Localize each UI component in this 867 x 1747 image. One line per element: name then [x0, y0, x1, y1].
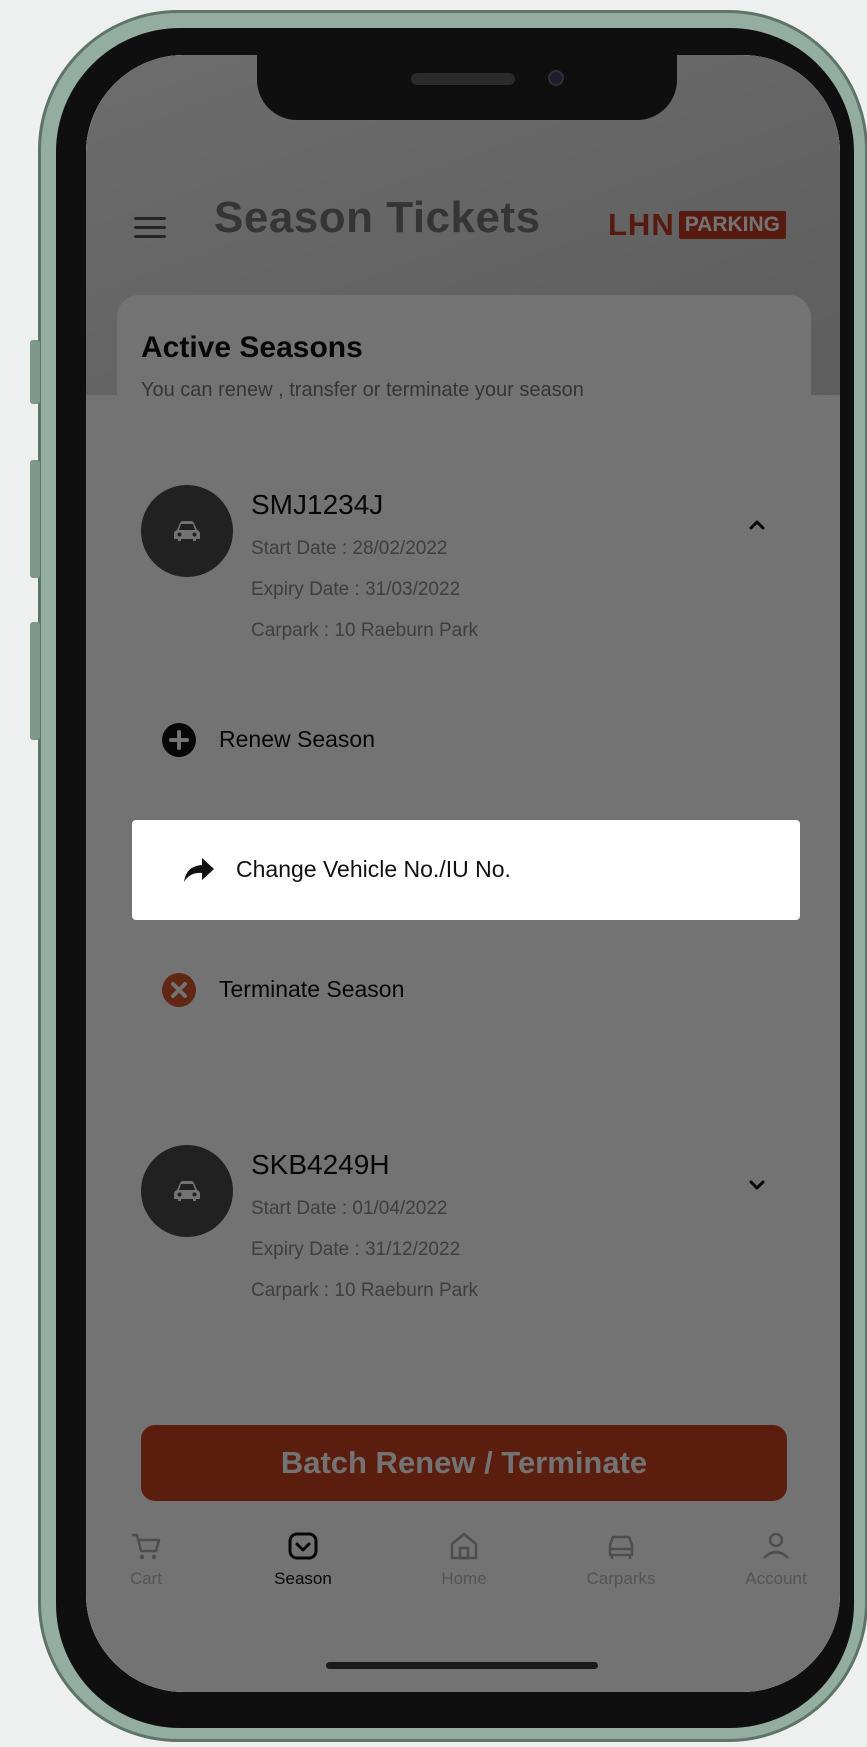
card-subtitle: You can renew , transfer or terminate yo…	[141, 379, 584, 401]
page-title: Season Tickets	[214, 193, 541, 242]
speaker-grille	[411, 73, 515, 85]
phone-screen: Season Tickets LHN PARKING Active Season…	[86, 55, 840, 1692]
carpark-icon	[608, 1535, 634, 1559]
home-icon	[450, 1532, 478, 1560]
renew-season-label: Renew Season	[219, 726, 375, 752]
vehicle-number: SMJ1234J	[251, 489, 384, 520]
menu-icon[interactable]	[134, 217, 166, 238]
plus-circle-icon	[162, 723, 196, 757]
logo-parking-text: PARKING	[678, 211, 786, 239]
account-icon	[763, 1532, 789, 1559]
home-indicator	[326, 1662, 598, 1669]
card-title: Active Seasons	[141, 331, 363, 364]
nav-label-home: Home	[441, 1569, 487, 1588]
nav-item-cart[interactable]: Cart	[86, 1529, 206, 1609]
expiry-date: Expiry Date : 31/03/2022	[251, 579, 461, 600]
season-item[interactable]: SMJ1234J Start Date : 28/02/2022 Expiry …	[141, 485, 781, 675]
season-icon	[288, 1532, 318, 1560]
start-date: Start Date : 01/04/2022	[251, 1198, 448, 1219]
car-icon	[141, 1145, 233, 1237]
volume-down-button	[30, 622, 40, 740]
season-item[interactable]: SKB4249H Start Date : 01/04/2022 Expiry …	[141, 1145, 781, 1335]
nav-label-cart: Cart	[129, 1569, 163, 1588]
carpark-name: Carpark : 10 Raeburn Park	[251, 1280, 479, 1301]
renew-season-action[interactable]: Renew Season	[141, 690, 801, 790]
silent-switch	[30, 340, 40, 404]
logo-lhn-text: LHN	[608, 207, 675, 242]
change-vehicle-action[interactable]: Change Vehicle No./IU No.	[132, 820, 800, 920]
car-icon	[141, 485, 233, 577]
lhn-parking-logo: LHN PARKING	[608, 207, 786, 243]
close-circle-icon	[162, 973, 196, 1007]
terminate-season-action[interactable]: Terminate Season	[141, 940, 801, 1040]
expiry-date: Expiry Date : 31/12/2022	[251, 1239, 461, 1260]
nav-item-home[interactable]: Home	[404, 1529, 524, 1609]
nav-item-carparks[interactable]: Carparks	[561, 1529, 681, 1609]
nav-item-account[interactable]: Account	[716, 1529, 836, 1609]
vehicle-number: SKB4249H	[251, 1149, 390, 1180]
cart-icon	[132, 1533, 161, 1560]
batch-renew-terminate-button[interactable]: Batch Renew / Terminate	[141, 1425, 787, 1501]
volume-up-button	[30, 460, 40, 578]
nav-label-carparks: Carparks	[586, 1569, 656, 1588]
chevron-down-icon[interactable]	[747, 1175, 767, 1195]
terminate-season-label: Terminate Season	[219, 976, 405, 1002]
carpark-name: Carpark : 10 Raeburn Park	[251, 620, 479, 641]
start-date: Start Date : 28/02/2022	[251, 538, 448, 559]
chevron-up-icon[interactable]	[747, 515, 767, 535]
nav-label-account: Account	[745, 1569, 807, 1588]
front-camera	[548, 70, 564, 86]
nav-item-season[interactable]: Season	[243, 1529, 363, 1609]
nav-label-season: Season	[274, 1569, 332, 1588]
change-vehicle-label: Change Vehicle No./IU No.	[236, 856, 511, 882]
share-arrow-icon	[184, 858, 214, 882]
